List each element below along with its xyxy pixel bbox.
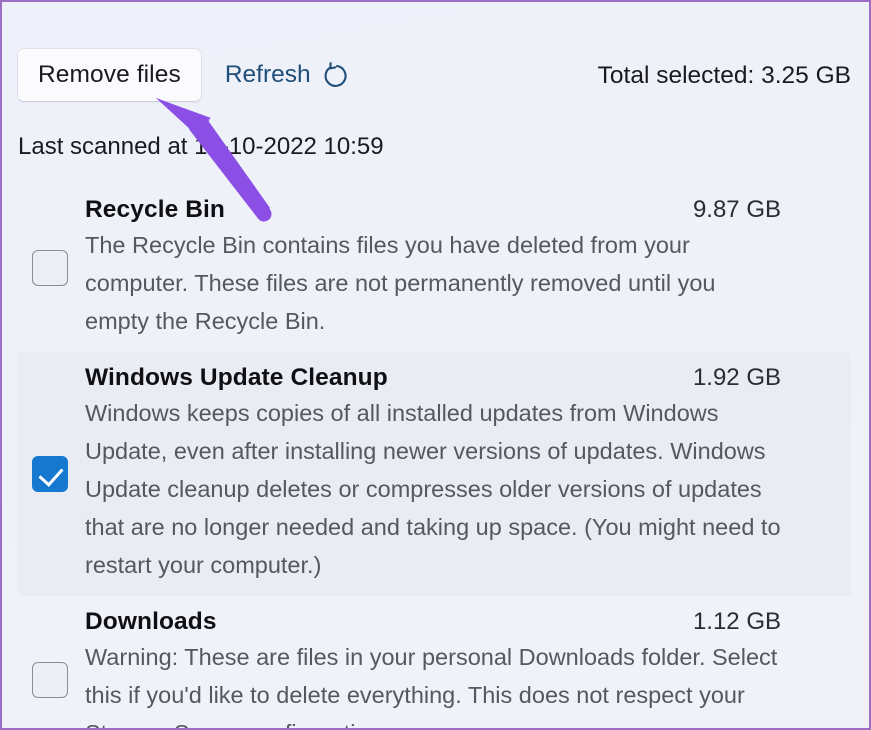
cleanup-row[interactable]: Downloads 1.12 GB Warning: These are files…: [17, 596, 851, 728]
cleanup-item-header: Windows Update Cleanup 1.92 GB: [85, 364, 781, 392]
cleanup-items-list: Recycle Bin 9.87 GB The Recycle Bin contai…: [2, 184, 869, 728]
cleanup-row[interactable]: Windows Update Cleanup 1.92 GB Windows kee…: [17, 352, 851, 596]
cleanup-item-title: Downloads: [85, 608, 217, 635]
cleanup-item-size: 1.12 GB: [692, 608, 781, 635]
last-scanned-label: Last scanned at 13-10-2022 10:59: [18, 133, 384, 160]
cleanup-item-body: Recycle Bin 9.87 GB The Recycle Bin contai…: [84, 196, 781, 340]
cleanup-item-header: Recycle Bin 9.87 GB: [85, 196, 781, 224]
total-selected-label: Total selected: 3.25 GB: [597, 62, 851, 89]
checkbox-cell: [32, 250, 84, 286]
cleanup-item-body: Windows Update Cleanup 1.92 GB Windows kee…: [84, 364, 781, 584]
cleanup-item-checkbox[interactable]: [32, 250, 68, 286]
cleanup-item-description: Windows keeps copies of all installed up…: [85, 400, 781, 578]
cleanup-item-size: 9.87 GB: [692, 196, 781, 223]
refresh-label: Refresh: [224, 60, 311, 88]
remove-files-button[interactable]: Remove files: [17, 48, 202, 102]
cleanup-item-size: 1.92 GB: [692, 364, 781, 391]
cleanup-item-description: The Recycle Bin contains files you have …: [85, 232, 716, 334]
cleanup-item-title: Recycle Bin: [85, 196, 226, 223]
toolbar: Remove files Refresh Total selected: 3.2…: [17, 48, 851, 106]
refresh-icon[interactable]: [322, 61, 352, 91]
cleanup-item-description: Warning: These are files in your persona…: [85, 644, 778, 728]
checkbox-cell: [32, 662, 84, 698]
storage-cleanup-page: Remove files Refresh Total selected: 3.2…: [2, 2, 869, 728]
cleanup-item-checkbox[interactable]: [32, 456, 68, 492]
cleanup-item-header: Downloads 1.12 GB: [85, 608, 781, 636]
refresh-button[interactable]: Refresh: [225, 60, 352, 90]
cleanup-item-body: Downloads 1.12 GB Warning: These are files…: [84, 608, 781, 728]
checkbox-cell: [32, 456, 84, 492]
cleanup-item-checkbox[interactable]: [32, 662, 68, 698]
cleanup-row[interactable]: Recycle Bin 9.87 GB The Recycle Bin contai…: [17, 184, 851, 352]
cleanup-item-title: Windows Update Cleanup: [85, 364, 388, 391]
